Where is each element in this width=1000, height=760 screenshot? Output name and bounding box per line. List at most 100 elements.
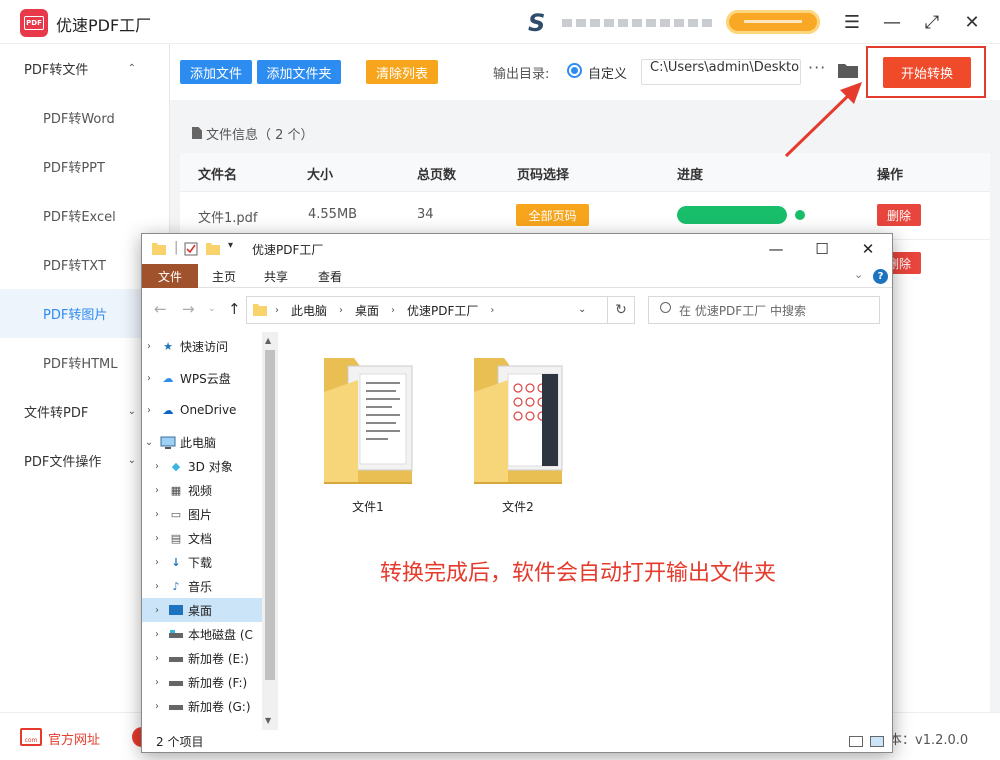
scroll-up-icon[interactable]: ▲ xyxy=(265,336,271,345)
drive-icon xyxy=(168,699,184,713)
tree-item-pictures[interactable]: › ▭ 图片 xyxy=(142,502,262,526)
delete-button[interactable]: 删除 xyxy=(877,204,921,226)
folder-item-1[interactable]: 文件1 xyxy=(318,352,418,514)
minimize-button[interactable]: — xyxy=(878,8,906,36)
scroll-down-icon[interactable]: ▼ xyxy=(265,716,271,725)
progress-fill xyxy=(677,206,787,224)
website-icon[interactable]: com xyxy=(20,728,42,746)
tab-home[interactable]: 主页 xyxy=(204,264,244,288)
folder-icon xyxy=(324,358,413,484)
tree-item-wps-cloud[interactable]: › ☁ WPS云盘 xyxy=(142,366,262,390)
image-icon: ▭ xyxy=(170,507,182,521)
search-input[interactable]: 在 优速PDF工厂 中搜索 xyxy=(648,296,880,324)
file-name-cell: 文件1.pdf xyxy=(198,211,258,226)
large-icons-view-icon[interactable] xyxy=(870,736,884,747)
up-arrow-icon[interactable]: ↑ xyxy=(228,300,241,318)
recent-dropdown-icon[interactable]: ⌄ xyxy=(208,304,216,314)
column-header-name: 文件名 xyxy=(198,168,238,183)
tab-share[interactable]: 共享 xyxy=(256,264,296,288)
star-icon: ★ xyxy=(163,339,173,353)
explorer-title: 优速PDF工厂 xyxy=(252,243,324,257)
add-file-button[interactable]: 添加文件 xyxy=(180,60,252,84)
nav-scrollbar[interactable]: ▲ ▼ xyxy=(262,332,278,730)
start-convert-button[interactable]: 开始转换 xyxy=(883,57,971,88)
add-folder-button[interactable]: 添加文件夹 xyxy=(257,60,341,84)
tree-item-drive-g[interactable]: › 新加卷 (G:) xyxy=(142,694,262,718)
breadcrumb-folder[interactable]: 优速PDF工厂 xyxy=(407,302,478,319)
toolbar: 添加文件 添加文件夹 清除列表 输出目录: 自定义 C:\Users\admin… xyxy=(170,44,1000,100)
tree-item-quick-access[interactable]: › ★ 快速访问 xyxy=(142,334,262,358)
folder-item-2[interactable]: 文件2 xyxy=(468,352,568,514)
open-folder-icon[interactable] xyxy=(838,62,858,78)
forward-arrow-icon[interactable]: → xyxy=(182,300,195,318)
maximize-button[interactable]: ⤢ xyxy=(918,8,946,36)
explorer-close-button[interactable]: ✕ xyxy=(856,238,880,260)
cube-icon: ◆ xyxy=(171,459,181,473)
folder-icon xyxy=(152,243,166,255)
custom-dir-radio[interactable] xyxy=(567,63,582,78)
folder-label: 文件1 xyxy=(352,500,384,514)
promo-button[interactable] xyxy=(726,10,820,34)
clear-list-button[interactable]: 清除列表 xyxy=(366,60,438,84)
tree-item-desktop[interactable]: › 桌面 xyxy=(142,598,262,622)
tree-item-videos[interactable]: › ▦ 视频 xyxy=(142,478,262,502)
status-bar: 2 个项目 xyxy=(142,730,892,752)
back-arrow-icon[interactable]: ← xyxy=(154,300,167,318)
explorer-maximize-button[interactable]: ☐ xyxy=(810,238,834,260)
promo-logo-icon[interactable]: S xyxy=(528,9,545,37)
column-header-page-select: 页码选择 xyxy=(517,168,570,183)
address-bar[interactable]: › 此电脑 › 桌面 › 优速PDF工厂 › xyxy=(246,296,608,324)
tab-view[interactable]: 查看 xyxy=(310,264,350,288)
output-dir-label: 输出目录: xyxy=(493,67,550,82)
address-bar-row: ← → ⌄ ↑ › 此电脑 › 桌面 › 优速PDF工厂 › ⌄ ↻ 在 优速P… xyxy=(142,288,892,332)
properties-icon[interactable] xyxy=(184,242,198,256)
title-bar: PDF 优速PDF工厂 S ☰ — ⤢ ✕ xyxy=(0,0,1000,44)
address-dropdown-icon[interactable]: ⌄ xyxy=(578,304,586,315)
new-folder-icon[interactable] xyxy=(206,242,220,256)
video-icon: ▦ xyxy=(170,483,182,497)
breadcrumb-desktop[interactable]: 桌面 xyxy=(355,302,379,319)
refresh-button[interactable]: ↻ xyxy=(607,296,635,324)
website-link[interactable]: 官方网址 xyxy=(48,729,100,748)
tree-item-onedrive[interactable]: › ☁ OneDrive xyxy=(142,398,262,422)
explorer-minimize-button[interactable]: — xyxy=(764,238,788,260)
tree-item-downloads[interactable]: › ↓ 下载 xyxy=(142,550,262,574)
explorer-title-bar: | ▾ 优速PDF工厂 — ☐ ✕ xyxy=(142,234,892,264)
start-button-highlight: 开始转换 xyxy=(866,46,986,98)
details-view-icon[interactable] xyxy=(849,736,863,747)
tree-item-documents[interactable]: › ▤ 文档 xyxy=(142,526,262,550)
tab-file[interactable]: 文件 xyxy=(142,264,198,288)
sidebar-group-pdf-to-file[interactable]: PDF转文件 ⌃ xyxy=(0,44,170,93)
file-pages-cell: 34 xyxy=(417,207,434,222)
help-icon[interactable]: ? xyxy=(873,269,888,284)
more-icon[interactable]: ··· xyxy=(808,58,826,77)
tree-item-drive-e[interactable]: › 新加卷 (E:) xyxy=(142,646,262,670)
column-header-progress: 进度 xyxy=(677,168,704,183)
quick-access-dropdown-icon[interactable]: ▾ xyxy=(228,240,233,251)
chevron-down-icon: ⌄ xyxy=(127,455,136,466)
progress-bar xyxy=(677,206,787,224)
column-header-pages: 总页数 xyxy=(417,168,457,183)
tree-item-3d-objects[interactable]: › ◆ 3D 对象 xyxy=(142,454,262,478)
sidebar-item-pdf-to-ppt[interactable]: PDF转PPT xyxy=(0,142,170,191)
tree-item-drive-f[interactable]: › 新加卷 (F:) xyxy=(142,670,262,694)
file-size-cell: 4.55MB xyxy=(308,207,358,222)
chevron-down-icon[interactable]: ⌄ xyxy=(854,268,863,281)
chevron-up-icon: ⌃ xyxy=(127,63,136,74)
breadcrumb-this-pc[interactable]: 此电脑 xyxy=(291,302,327,319)
folder-label: 文件2 xyxy=(502,500,534,514)
output-path-input[interactable]: C:\Users\admin\Deskto xyxy=(641,59,801,85)
sidebar-item-pdf-to-word[interactable]: PDF转Word xyxy=(0,93,170,142)
drive-icon xyxy=(168,675,184,689)
page-select-button[interactable]: 全部页码 xyxy=(516,204,589,226)
download-icon: ↓ xyxy=(171,555,181,569)
scrollbar-thumb[interactable] xyxy=(265,350,275,680)
tree-item-this-pc[interactable]: ⌄ 此电脑 xyxy=(142,430,262,454)
close-button[interactable]: ✕ xyxy=(958,8,986,36)
tree-item-music[interactable]: › ♪ 音乐 xyxy=(142,574,262,598)
menu-icon[interactable]: ☰ xyxy=(838,8,866,36)
tree-item-drive-c[interactable]: › 本地磁盘 (C xyxy=(142,622,262,646)
desktop-icon xyxy=(168,603,184,617)
document-icon xyxy=(192,127,202,139)
custom-dir-label: 自定义 xyxy=(588,67,628,82)
